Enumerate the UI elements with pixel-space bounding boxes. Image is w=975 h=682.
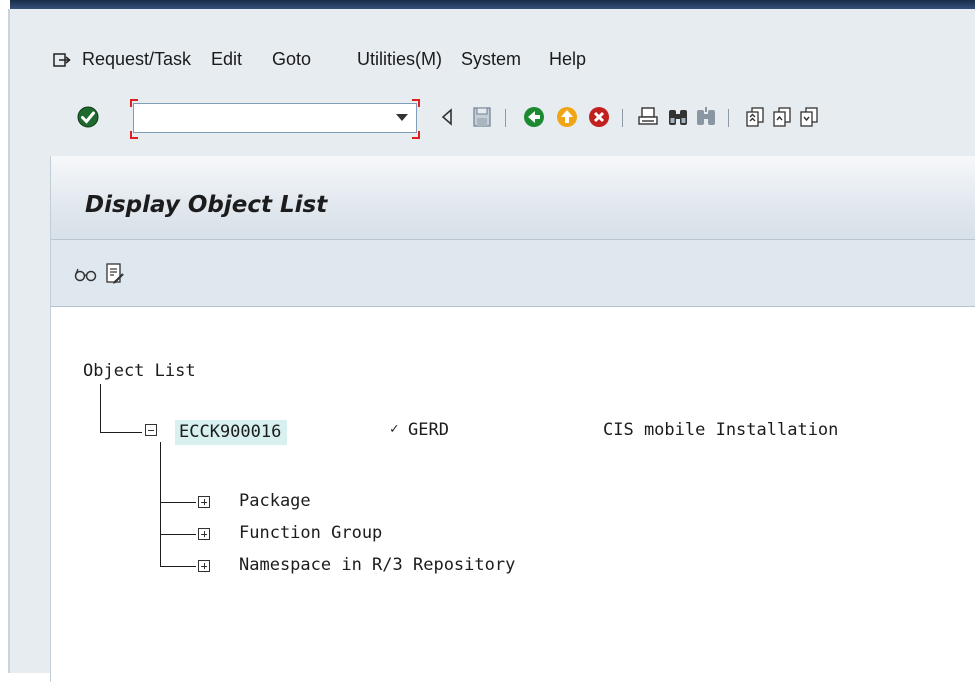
tree-item-namespace[interactable]: Namespace in R/3 Repository (239, 555, 515, 575)
menu-bar: Request/Task Edit Goto Utilities(M) Syst… (10, 45, 975, 81)
title-bar: Display Object List (51, 156, 975, 240)
status-check-icon: ✓ (390, 421, 399, 437)
tree-root-label: Object List (83, 361, 196, 381)
previous-page-icon[interactable] (770, 105, 794, 129)
menu-utilities[interactable]: Utilities(M) (357, 49, 442, 70)
expand-node-icon[interactable] (198, 560, 210, 572)
tree-connector (160, 534, 196, 535)
menu-edit[interactable]: Edit (211, 49, 242, 70)
tree-item-package[interactable]: Package (239, 491, 311, 511)
back-arrow-icon[interactable] (436, 105, 460, 129)
menu-help[interactable]: Help (549, 49, 586, 70)
collapse-node-icon[interactable] (145, 424, 157, 436)
next-page-icon[interactable] (797, 105, 821, 129)
toolbar-separator (728, 109, 729, 127)
tree-item-function-group[interactable]: Function Group (239, 523, 382, 543)
tree-connector (160, 502, 196, 503)
command-field[interactable] (133, 103, 417, 133)
toolbar-separator (622, 109, 623, 127)
request-id[interactable]: ECCK900016 (175, 420, 288, 445)
toolbar-separator (505, 109, 506, 127)
display-glasses-icon[interactable] (73, 262, 97, 286)
back-icon[interactable] (522, 105, 546, 129)
object-tree: Object List ECCK900016 ✓ GERD CIS mobile… (51, 306, 975, 682)
first-page-icon[interactable] (743, 105, 767, 129)
find-icon[interactable] (666, 105, 690, 129)
command-input[interactable] (138, 105, 388, 133)
page-title: Display Object List (85, 192, 328, 218)
expand-node-icon[interactable] (198, 528, 210, 540)
menu-goto[interactable]: Goto (272, 49, 311, 70)
sap-gui-window: Request/Task Edit Goto Utilities(M) Syst… (10, 9, 975, 682)
enter-check-icon[interactable] (76, 105, 100, 129)
application-toolbar (51, 240, 975, 307)
standard-toolbar (10, 99, 975, 143)
expand-node-icon[interactable] (198, 496, 210, 508)
document-edit-icon[interactable] (103, 262, 127, 286)
cancel-icon[interactable] (587, 105, 611, 129)
exit-menu-icon[interactable] (53, 52, 71, 68)
request-description: CIS mobile Installation (603, 420, 839, 440)
tree-connector (100, 384, 101, 432)
find-next-icon[interactable] (694, 105, 718, 129)
window-top-strip (0, 0, 975, 9)
print-icon[interactable] (636, 105, 660, 129)
content-panel: Display Object List Object List ECCK9000… (50, 156, 975, 682)
chevron-down-icon[interactable] (396, 114, 408, 121)
tree-connector (160, 442, 161, 566)
exit-icon[interactable] (555, 105, 579, 129)
request-owner: GERD (408, 420, 449, 440)
menu-system[interactable]: System (461, 49, 521, 70)
save-icon[interactable] (470, 105, 494, 129)
title-bar-edge (10, 0, 975, 9)
menu-request-task[interactable]: Request/Task (82, 49, 191, 70)
tree-connector (160, 566, 196, 567)
tree-connector (100, 432, 142, 433)
